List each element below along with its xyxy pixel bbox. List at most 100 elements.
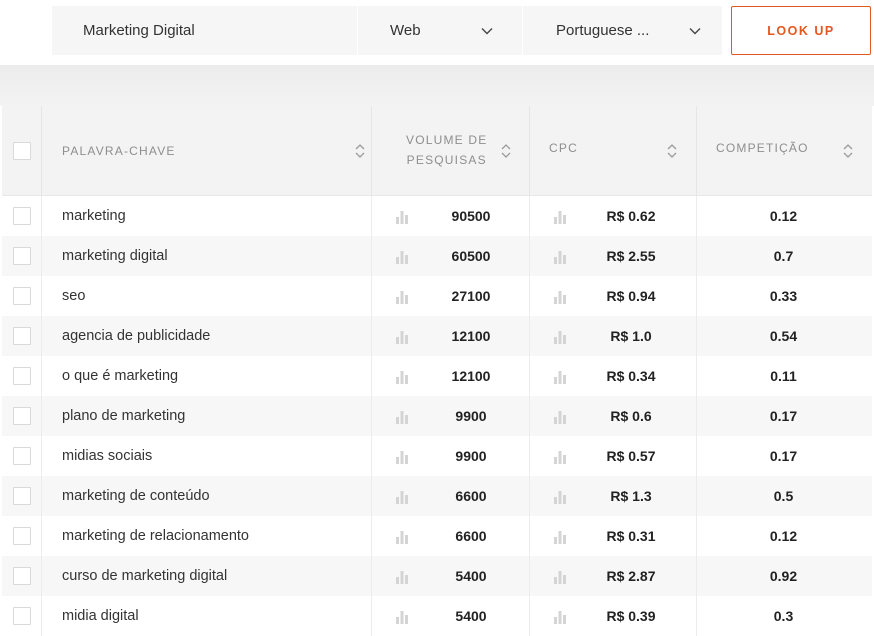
row-checkbox[interactable] xyxy=(12,367,31,385)
volume-value: 9900 xyxy=(455,448,487,464)
sort-icon[interactable] xyxy=(666,142,678,160)
volume-value: 12100 xyxy=(451,328,491,344)
bar-chart-icon[interactable] xyxy=(552,368,568,384)
cpc-value: R$ 0.31 xyxy=(606,528,656,544)
competition-cell: 0.33 xyxy=(769,288,798,304)
volume-cell: 6600 xyxy=(372,516,530,556)
row-checkbox-cell xyxy=(2,516,42,556)
bar-chart-icon[interactable] xyxy=(552,608,568,624)
bar-chart-icon[interactable] xyxy=(394,288,410,304)
row-checkbox[interactable] xyxy=(12,407,31,425)
competition-cell: 0.12 xyxy=(769,528,798,544)
competition-cell: 0.11 xyxy=(770,368,797,384)
cpc-cell: R$ 0.62 xyxy=(530,196,697,236)
select-all-checkbox[interactable] xyxy=(12,142,31,160)
bar-chart-icon[interactable] xyxy=(394,608,410,624)
cpc-cell: R$ 1.0 xyxy=(530,316,697,356)
volume-value: 90500 xyxy=(451,208,491,224)
sort-icon[interactable] xyxy=(842,142,854,160)
competition-cell: 0.3 xyxy=(773,608,794,624)
cpc-cell: R$ 2.87 xyxy=(530,556,697,596)
volume-value: 12100 xyxy=(451,368,491,384)
bar-chart-icon[interactable] xyxy=(394,448,410,464)
row-checkbox[interactable] xyxy=(12,327,31,345)
row-checkbox[interactable] xyxy=(12,607,31,625)
table-row: plano de marketing 9900 R$ 0.6 0.17 xyxy=(2,396,872,436)
bar-chart-icon[interactable] xyxy=(552,528,568,544)
row-checkbox[interactable] xyxy=(12,527,31,545)
sort-icon[interactable] xyxy=(354,142,366,160)
language-select[interactable]: Portuguese ... xyxy=(523,6,722,55)
table-row: marketing digital 60500 R$ 2.55 0.7 xyxy=(2,236,872,276)
look-up-button[interactable]: LOOK UP xyxy=(731,6,871,55)
cpc-value: R$ 0.57 xyxy=(606,448,656,464)
row-checkbox[interactable] xyxy=(12,287,31,305)
row-checkbox-cell xyxy=(2,476,42,516)
bar-chart-icon[interactable] xyxy=(394,208,410,224)
table-row: agencia de publicidade 12100 R$ 1.0 0.54 xyxy=(2,316,872,356)
cpc-value: R$ 1.3 xyxy=(610,488,652,504)
volume-cell: 9900 xyxy=(372,396,530,436)
bar-chart-icon[interactable] xyxy=(394,408,410,424)
bar-chart-icon[interactable] xyxy=(552,488,568,504)
volume-cell: 9900 xyxy=(372,436,530,476)
bar-chart-icon[interactable] xyxy=(552,288,568,304)
competition-cell: 0.7 xyxy=(773,248,794,264)
row-checkbox[interactable] xyxy=(12,567,31,585)
column-header-competition-label: COMPETIÇÃO xyxy=(716,141,809,155)
volume-label-line2: PESQUISAS xyxy=(406,153,487,167)
bar-chart-icon[interactable] xyxy=(394,368,410,384)
table-header: PALAVRA-CHAVE VOLUME DE PESQUISAS CPC CO… xyxy=(2,106,872,196)
volume-cell: 60500 xyxy=(372,236,530,276)
chevron-down-icon xyxy=(688,24,702,38)
keyword-cell: marketing de relacionamento xyxy=(42,516,372,556)
cpc-value: R$ 1.0 xyxy=(610,328,652,344)
table-body: marketing 90500 R$ 0.62 0.12 marketing d… xyxy=(2,196,872,636)
platform-select-value: Web xyxy=(390,22,421,39)
bar-chart-icon[interactable] xyxy=(394,568,410,584)
keyword-cell: agencia de publicidade xyxy=(42,316,372,356)
volume-cell: 5400 xyxy=(372,596,530,636)
column-header-keyword-label: PALAVRA-CHAVE xyxy=(62,144,176,158)
table-row: midias sociais 9900 R$ 0.57 0.17 xyxy=(2,436,872,476)
bar-chart-icon[interactable] xyxy=(394,328,410,344)
bar-chart-icon[interactable] xyxy=(552,568,568,584)
sort-icon[interactable] xyxy=(500,142,512,160)
bar-chart-icon[interactable] xyxy=(394,528,410,544)
column-header-volume[interactable]: VOLUME DE PESQUISAS xyxy=(372,106,530,196)
competition-cell: 0.17 xyxy=(769,448,798,464)
row-checkbox[interactable] xyxy=(12,247,31,265)
platform-select[interactable]: Web xyxy=(358,6,523,55)
bar-chart-icon[interactable] xyxy=(552,408,568,424)
bar-chart-icon[interactable] xyxy=(552,328,568,344)
volume-cell: 12100 xyxy=(372,356,530,396)
competition-cell: 0.12 xyxy=(769,208,798,224)
volume-cell: 27100 xyxy=(372,276,530,316)
cpc-value: R$ 2.55 xyxy=(606,248,656,264)
keywords-table: PALAVRA-CHAVE VOLUME DE PESQUISAS CPC CO… xyxy=(2,106,872,636)
cpc-cell: R$ 0.39 xyxy=(530,596,697,636)
row-checkbox[interactable] xyxy=(12,447,31,465)
volume-value: 5400 xyxy=(455,568,487,584)
row-checkbox[interactable] xyxy=(12,207,31,225)
bar-chart-icon[interactable] xyxy=(394,248,410,264)
keyword-cell: plano de marketing xyxy=(42,396,372,436)
bar-chart-icon[interactable] xyxy=(552,208,568,224)
column-header-cpc[interactable]: CPC xyxy=(530,106,697,196)
row-checkbox[interactable] xyxy=(12,487,31,505)
table-row: seo 27100 R$ 0.94 0.33 xyxy=(2,276,872,316)
column-header-keyword[interactable]: PALAVRA-CHAVE xyxy=(42,106,372,196)
bar-chart-icon[interactable] xyxy=(552,248,568,264)
row-checkbox-cell xyxy=(2,556,42,596)
search-strip: Marketing Digital Web Portuguese ... xyxy=(52,6,722,55)
volume-cell: 5400 xyxy=(372,556,530,596)
chevron-down-icon xyxy=(480,24,494,38)
keyword-input[interactable]: Marketing Digital xyxy=(52,6,358,55)
cpc-cell: R$ 2.55 xyxy=(530,236,697,276)
bar-chart-icon[interactable] xyxy=(394,488,410,504)
table-row: o que é marketing 12100 R$ 0.34 0.11 xyxy=(2,356,872,396)
bar-chart-icon[interactable] xyxy=(552,448,568,464)
keyword-cell: o que é marketing xyxy=(42,356,372,396)
column-header-competition[interactable]: COMPETIÇÃO xyxy=(697,106,872,196)
row-checkbox-cell xyxy=(2,316,42,356)
